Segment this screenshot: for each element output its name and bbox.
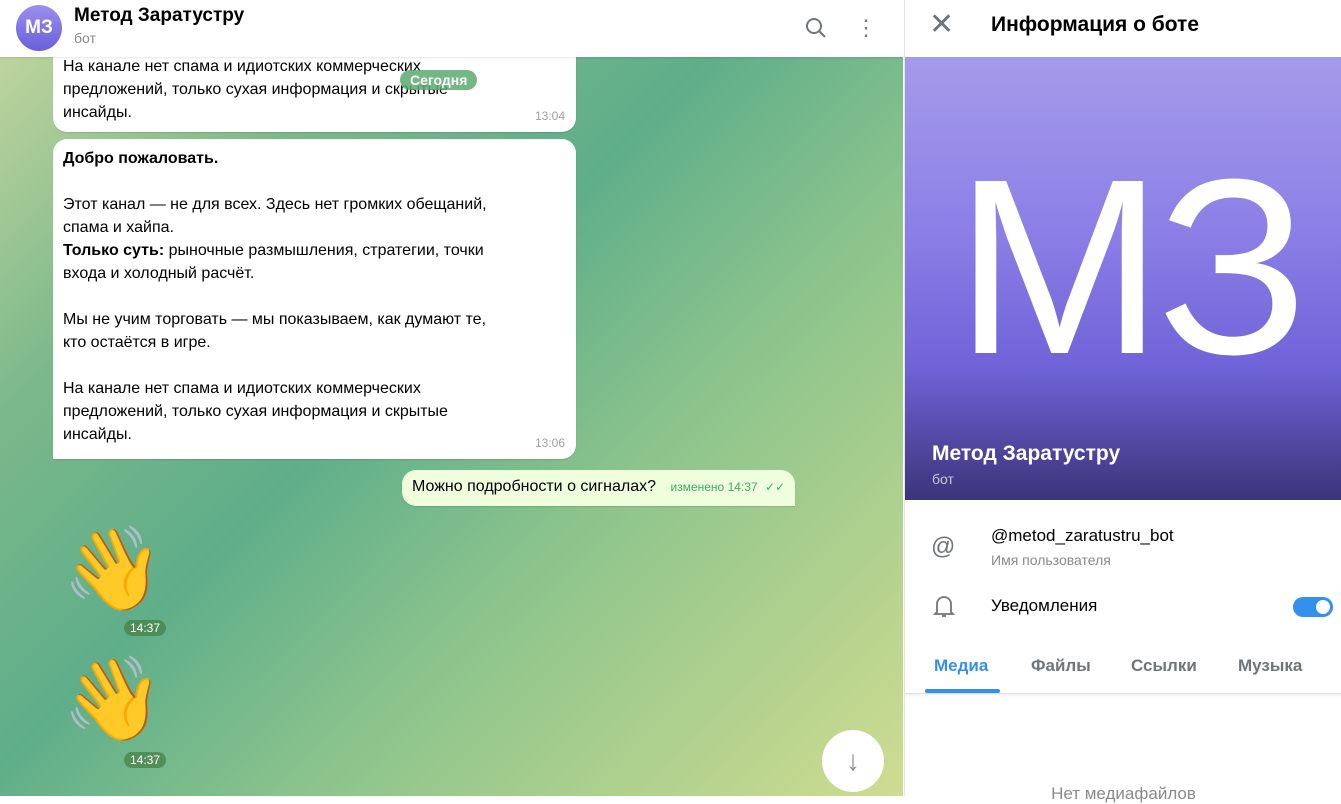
message-text: Мы не учим торговать — мы показываем, ка… — [63, 311, 487, 328]
active-tab-indicator — [925, 689, 1000, 693]
chat-subtitle: бот — [74, 30, 96, 46]
bell-icon — [932, 594, 956, 625]
at-icon: @ — [931, 533, 956, 560]
message-text: предложений, только сухая информация и с… — [63, 403, 448, 420]
profile-subtitle: бот — [932, 471, 954, 487]
message-text: входа и холодный расчёт. — [63, 265, 255, 282]
message-text: рыночные размышления, стратегии, точки — [164, 242, 484, 259]
waving-hand-sticker[interactable]: 👋 — [62, 525, 164, 615]
chat-header[interactable]: МЗ Метод Заратустру бот ⋮ — [0, 0, 903, 57]
date-pill: Сегодня — [400, 70, 478, 90]
panel-title: Информация о боте — [991, 13, 1200, 36]
tab-links[interactable]: Ссылки — [1131, 656, 1197, 676]
notifications-label: Уведомления — [991, 596, 1098, 615]
message-heading: Добро пожаловать. — [63, 150, 219, 167]
arrow-down-icon: ↓ — [846, 745, 860, 776]
more-menu-icon[interactable]: ⋮ — [850, 12, 882, 44]
message-text: На канале нет спама и идиотских коммерче… — [63, 380, 421, 397]
message-text: инсайды. — [63, 426, 132, 443]
scroll-down-button[interactable]: ↓ — [822, 730, 884, 792]
message-time: 13:04 — [534, 109, 565, 123]
edited-time: изменено 14:37 — [670, 480, 758, 494]
message-text: Можно подробности о сигналах? — [412, 478, 657, 495]
message-text: инсайды. — [63, 104, 132, 121]
message-text: Этот канал — не для всех. Здесь нет гром… — [63, 196, 487, 213]
message-text: На канале нет спама и идиотских коммерче… — [63, 58, 421, 75]
avatar[interactable]: МЗ — [16, 5, 62, 51]
profile-hero: МЗ Метод Заратустру бот — [905, 57, 1341, 500]
message-bold: Только суть: — [63, 242, 165, 259]
empty-media-text: Нет медиафайлов — [1051, 784, 1196, 803]
read-check-icon: ✓✓ — [765, 480, 786, 494]
tab-files[interactable]: Файлы — [1031, 656, 1091, 676]
media-tabs: Медиа Файлы Ссылки Музыка — [905, 640, 1341, 694]
close-icon[interactable]: ✕ — [929, 10, 954, 40]
profile-name: Метод Заратустру — [932, 442, 1121, 465]
tab-music[interactable]: Музыка — [1238, 656, 1302, 676]
profile-initials: МЗ — [955, 127, 1308, 406]
message-bubble: Добро пожаловать. Этот канал — не для вс… — [53, 139, 576, 459]
sticker-time: 14:37 — [124, 752, 167, 768]
username-label: Имя пользователя — [991, 552, 1111, 568]
bot-info-panel: ✕ Информация о боте МЗ Метод Заратустру … — [904, 0, 1341, 803]
tab-media[interactable]: Медиа — [934, 656, 988, 676]
message-time: 13:06 — [534, 436, 565, 450]
username[interactable]: @metod_zaratustru_bot — [991, 526, 1174, 546]
message-bubble: На канале нет спама и идиотских коммерче… — [53, 45, 576, 132]
search-icon[interactable] — [800, 12, 832, 44]
sticker-time: 14:37 — [124, 620, 167, 636]
outgoing-message: Можно подробности о сигналах? изменено 1… — [402, 470, 796, 506]
notifications-toggle[interactable] — [1293, 597, 1333, 617]
chat-area: МЗ Метод Заратустру бот ⋮ Сегодня На кан… — [0, 0, 903, 796]
message-text: кто остаётся в игре. — [63, 334, 211, 351]
waving-hand-sticker[interactable]: 👋 — [62, 655, 164, 745]
chat-title[interactable]: Метод Заратустру — [74, 5, 244, 27]
message-text: спама и хайпа. — [63, 219, 174, 236]
message-text: предложений, только сухая информация и с… — [63, 81, 448, 98]
